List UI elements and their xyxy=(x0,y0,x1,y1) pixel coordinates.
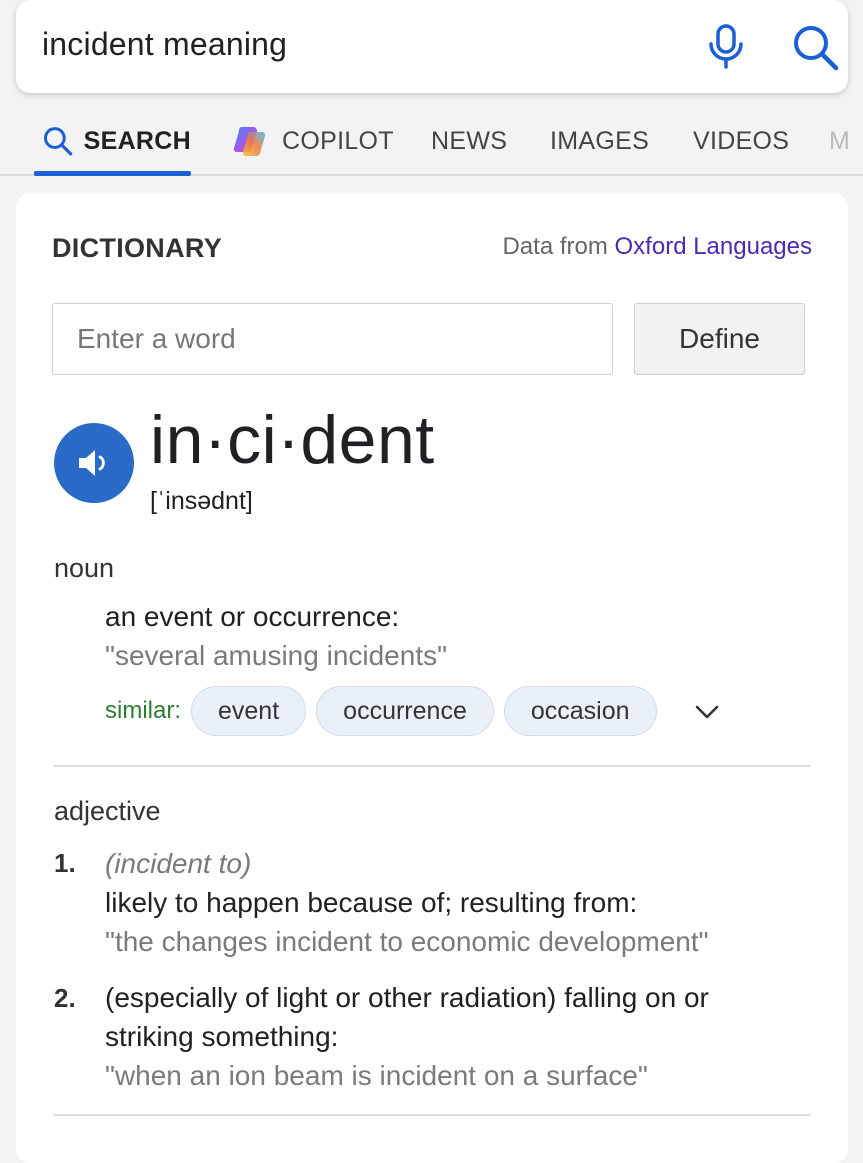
part-of-speech-adjective: adjective xyxy=(54,796,161,826)
tab-label: SEARCH xyxy=(83,126,191,155)
tab-news[interactable]: NEWS xyxy=(431,108,507,174)
tab-label: M xyxy=(829,126,851,155)
similar-words: similar: event occurrence occasion xyxy=(105,685,667,737)
data-source: Data from Oxford Languages xyxy=(502,233,812,261)
speaker-icon xyxy=(79,450,105,476)
similar-chip-occurrence[interactable]: occurrence xyxy=(316,686,494,736)
oxford-languages-link[interactable]: Oxford Languages xyxy=(615,233,812,260)
sense-qualifier: (incident to) xyxy=(105,848,252,879)
noun-definition: an event or occurrence: xyxy=(105,601,400,632)
adjective-example-2: "when an ion beam is incident on a surfa… xyxy=(105,1060,648,1091)
tab-label: IMAGES xyxy=(550,126,650,155)
tab-more[interactable]: M xyxy=(829,108,863,174)
headword: in·ci·dent xyxy=(150,402,435,478)
dictionary-card: DICTIONARY Data from Oxford Languages De… xyxy=(16,193,848,1163)
sense-number: 2. xyxy=(54,983,76,1013)
pronunciation: [ˈinsədnt] xyxy=(150,487,253,515)
word-input[interactable] xyxy=(52,303,613,375)
adjective-definition-1: likely to happen because of; resulting f… xyxy=(105,887,638,918)
pronunciation-audio-button[interactable] xyxy=(54,423,134,503)
search-bar[interactable]: incident meaning xyxy=(16,0,848,93)
similar-chip-event[interactable]: event xyxy=(191,686,307,736)
divider xyxy=(54,765,810,767)
copilot-icon xyxy=(233,127,266,157)
divider xyxy=(54,1114,810,1116)
define-button[interactable]: Define xyxy=(634,303,805,375)
sense-number: 1. xyxy=(54,848,76,878)
search-icon[interactable] xyxy=(790,22,840,72)
search-tabs: SEARCH COPILOT NEWS IMAGES VIDEOS M xyxy=(0,108,863,176)
tab-label: COPILOT xyxy=(282,126,394,155)
tab-search[interactable]: SEARCH xyxy=(34,108,191,176)
tab-images[interactable]: IMAGES xyxy=(550,108,649,174)
microphone-icon[interactable] xyxy=(702,22,750,70)
tab-label: NEWS xyxy=(431,126,508,155)
tab-videos[interactable]: VIDEOS xyxy=(693,108,789,174)
similar-chip-occasion[interactable]: occasion xyxy=(503,686,657,736)
tab-copilot[interactable]: COPILOT xyxy=(232,108,394,174)
adjective-definition-2-line1: (especially of light or other radiation)… xyxy=(105,982,709,1013)
search-icon xyxy=(43,127,73,156)
source-prefix: Data from xyxy=(502,233,608,260)
chevron-down-icon[interactable] xyxy=(692,697,722,727)
similar-label: similar: xyxy=(105,697,181,724)
noun-example: "several amusing incidents" xyxy=(105,640,448,671)
active-tab-indicator xyxy=(34,171,191,176)
adjective-definition-2-line2: striking something: xyxy=(105,1021,339,1052)
part-of-speech-noun: noun xyxy=(54,553,115,583)
adjective-example-1: "the changes incident to economic develo… xyxy=(105,926,709,957)
search-query[interactable]: incident meaning xyxy=(42,26,287,63)
dictionary-title: DICTIONARY xyxy=(52,233,222,263)
tab-label: VIDEOS xyxy=(693,126,790,155)
